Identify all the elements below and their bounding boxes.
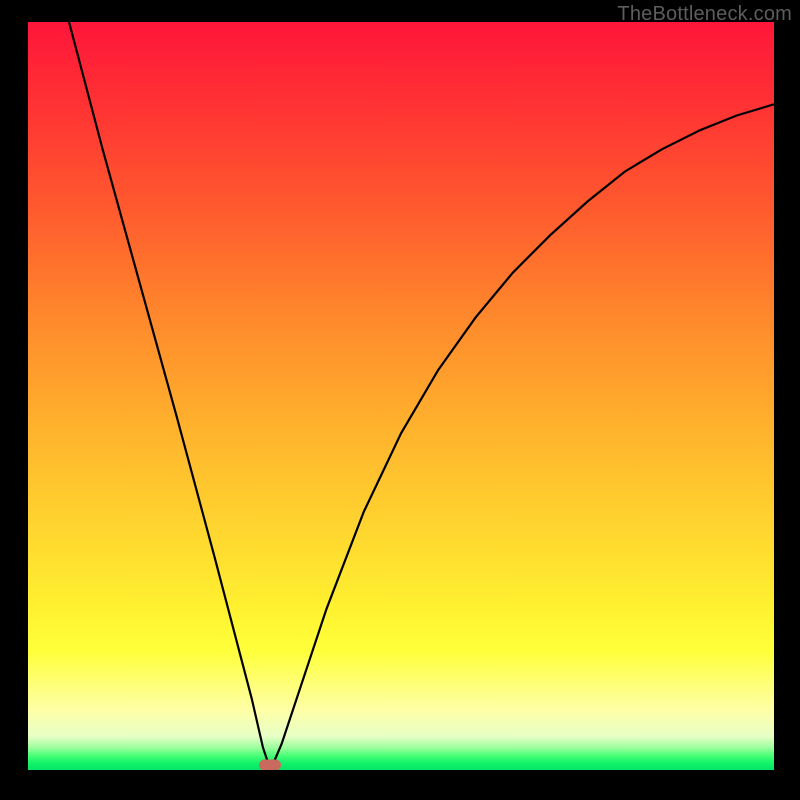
watermark-text: TheBottleneck.com — [617, 3, 792, 26]
curve-layer — [28, 22, 774, 770]
curve-right-branch — [270, 104, 774, 770]
chart-frame: TheBottleneck.com — [0, 0, 800, 800]
min-marker — [259, 759, 281, 770]
plot-area — [28, 22, 774, 770]
curve-left-branch — [69, 22, 270, 770]
